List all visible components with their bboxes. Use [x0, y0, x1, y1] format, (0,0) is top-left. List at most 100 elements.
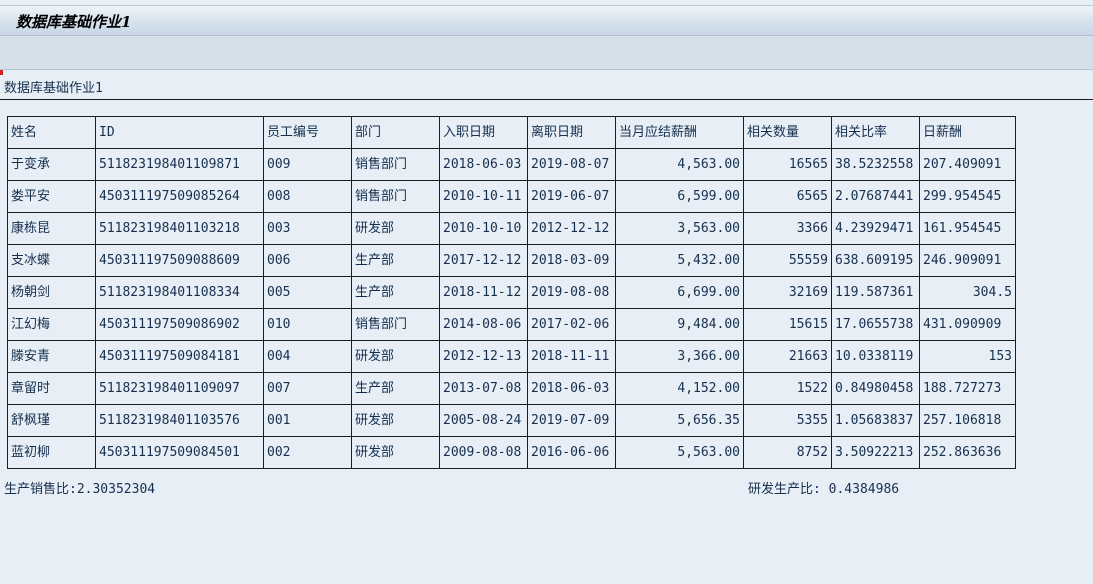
- cell-department: 销售部门: [351, 148, 440, 181]
- cell-ratio: 4.23929471: [831, 212, 920, 245]
- cell-id: 511823198401109871: [95, 148, 264, 181]
- cell-daily-pay: 188.727273: [919, 372, 1016, 405]
- cell-quantity: 15615: [743, 308, 832, 341]
- heading-divider: [0, 99, 1093, 100]
- cell-leave-date: 2016-06-06: [527, 436, 616, 469]
- cell-id: 511823198401103576: [95, 404, 264, 437]
- cell-quantity: 6565: [743, 180, 832, 213]
- cell-ratio: 1.05683837: [831, 404, 920, 437]
- cell-monthly-pay: 5,656.35: [615, 404, 744, 437]
- cell-id: 450311197509084181: [95, 340, 264, 373]
- cell-quantity: 55559: [743, 244, 832, 277]
- focus-marker: [0, 70, 3, 75]
- cell-monthly-pay: 5,563.00: [615, 436, 744, 469]
- cell-employee-no: 005: [263, 276, 352, 309]
- cell-daily-pay: 153: [919, 340, 1016, 373]
- cell-ratio: 638.609195: [831, 244, 920, 277]
- cell-leave-date: 2019-08-08: [527, 276, 616, 309]
- cell-id: 450311197509085264: [95, 180, 264, 213]
- app-window: 数据库基础作业1 数据库基础作业1 姓名 ID 员工编号 部门 入职日期 离职日…: [0, 0, 1093, 584]
- cell-hire-date: 2014-08-06: [439, 308, 528, 341]
- cell-leave-date: 2018-11-11: [527, 340, 616, 373]
- cell-ratio: 38.5232558: [831, 148, 920, 181]
- column-header-ratio: 相关比率: [831, 116, 920, 149]
- production-sales-ratio: 生产销售比:2.30352304: [4, 482, 156, 497]
- rd-production-ratio: 研发生产比: 0.4384986: [748, 482, 900, 497]
- employee-table: 姓名 ID 员工编号 部门 入职日期 离职日期 当月应结薪酬 相关数量 相关比率…: [7, 116, 1016, 469]
- cell-leave-date: 2018-03-09: [527, 244, 616, 277]
- cell-daily-pay: 161.954545: [919, 212, 1016, 245]
- cell-daily-pay: 246.909091: [919, 244, 1016, 277]
- table-row: 章留时 511823198401109097 007 生产部 2013-07-0…: [7, 372, 1016, 405]
- column-header-department: 部门: [351, 116, 440, 149]
- table-row: 杨朝剑 511823198401108334 005 生产部 2018-11-1…: [7, 276, 1016, 309]
- cell-monthly-pay: 5,432.00: [615, 244, 744, 277]
- cell-department: 生产部: [351, 372, 440, 405]
- table-row: 蓝初柳 450311197509084501 002 研发部 2009-08-0…: [7, 436, 1016, 469]
- toolbar: [0, 36, 1093, 70]
- cell-hire-date: 2010-10-11: [439, 180, 528, 213]
- cell-ratio: 10.0338119: [831, 340, 920, 373]
- table-row: 于变承 511823198401109871 009 销售部门 2018-06-…: [7, 148, 1016, 181]
- cell-name: 蓝初柳: [7, 436, 96, 469]
- cell-id: 450311197509084501: [95, 436, 264, 469]
- cell-employee-no: 002: [263, 436, 352, 469]
- cell-monthly-pay: 3,563.00: [615, 212, 744, 245]
- cell-hire-date: 2010-10-10: [439, 212, 528, 245]
- column-header-id: ID: [95, 116, 264, 149]
- cell-monthly-pay: 3,366.00: [615, 340, 744, 373]
- cell-name: 江幻梅: [7, 308, 96, 341]
- cell-daily-pay: 431.090909: [919, 308, 1016, 341]
- cell-employee-no: 007: [263, 372, 352, 405]
- cell-department: 研发部: [351, 436, 440, 469]
- cell-name: 于变承: [7, 148, 96, 181]
- cell-employee-no: 004: [263, 340, 352, 373]
- cell-name: 支冰蝶: [7, 244, 96, 277]
- cell-leave-date: 2018-06-03: [527, 372, 616, 405]
- cell-monthly-pay: 6,599.00: [615, 180, 744, 213]
- cell-ratio: 119.587361: [831, 276, 920, 309]
- cell-quantity: 1522: [743, 372, 832, 405]
- cell-quantity: 32169: [743, 276, 832, 309]
- cell-hire-date: 2012-12-13: [439, 340, 528, 373]
- cell-leave-date: 2019-08-07: [527, 148, 616, 181]
- cell-hire-date: 2018-11-12: [439, 276, 528, 309]
- cell-department: 研发部: [351, 212, 440, 245]
- column-header-name: 姓名: [7, 116, 96, 149]
- cell-name: 娄平安: [7, 180, 96, 213]
- cell-department: 生产部: [351, 244, 440, 277]
- cell-hire-date: 2009-08-08: [439, 436, 528, 469]
- title-bar: 数据库基础作业1: [0, 5, 1093, 36]
- cell-department: 销售部门: [351, 308, 440, 341]
- cell-employee-no: 001: [263, 404, 352, 437]
- cell-department: 生产部: [351, 276, 440, 309]
- column-header-daily-pay: 日薪酬: [919, 116, 1016, 149]
- cell-monthly-pay: 6,699.00: [615, 276, 744, 309]
- cell-employee-no: 010: [263, 308, 352, 341]
- cell-name: 章留时: [7, 372, 96, 405]
- cell-monthly-pay: 4,152.00: [615, 372, 744, 405]
- column-header-hire-date: 入职日期: [439, 116, 528, 149]
- table-row: 滕安青 450311197509084181 004 研发部 2012-12-1…: [7, 340, 1016, 373]
- cell-employee-no: 003: [263, 212, 352, 245]
- cell-quantity: 3366: [743, 212, 832, 245]
- cell-employee-no: 008: [263, 180, 352, 213]
- cell-ratio: 3.50922213: [831, 436, 920, 469]
- column-header-monthly-pay: 当月应结薪酬: [615, 116, 744, 149]
- cell-name: 舒枫瑾: [7, 404, 96, 437]
- table-row: 康栋昆 511823198401103218 003 研发部 2010-10-1…: [7, 212, 1016, 245]
- column-header-employee-no: 员工编号: [263, 116, 352, 149]
- cell-leave-date: 2017-02-06: [527, 308, 616, 341]
- cell-daily-pay: 252.863636: [919, 436, 1016, 469]
- cell-employee-no: 006: [263, 244, 352, 277]
- cell-leave-date: 2012-12-12: [527, 212, 616, 245]
- cell-quantity: 21663: [743, 340, 832, 373]
- cell-daily-pay: 304.5: [919, 276, 1016, 309]
- cell-quantity: 8752: [743, 436, 832, 469]
- cell-daily-pay: 207.409091: [919, 148, 1016, 181]
- cell-hire-date: 2018-06-03: [439, 148, 528, 181]
- cell-daily-pay: 299.954545: [919, 180, 1016, 213]
- cell-department: 销售部门: [351, 180, 440, 213]
- cell-id: 450311197509088609: [95, 244, 264, 277]
- cell-ratio: 2.07687441: [831, 180, 920, 213]
